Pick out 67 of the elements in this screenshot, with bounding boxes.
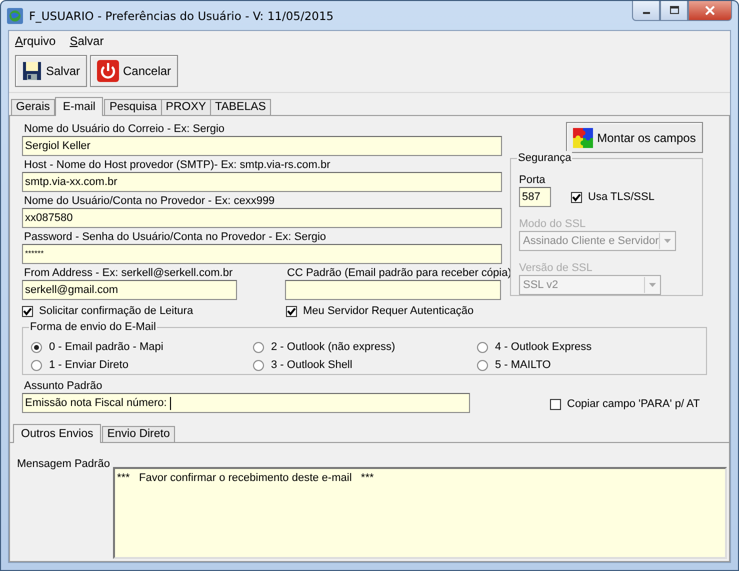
checkbox[interactable] [550,398,561,410]
checkbox[interactable] [571,192,582,202]
input-field[interactable] [285,280,501,300]
input-field[interactable]: serkell@gmail.com [22,280,237,300]
input-field[interactable]: smtp.via-xx.com.br [22,172,502,192]
radio-label: 4 - Outlook Express [495,341,592,353]
field-label: Mensagem Padrão [17,457,111,472]
power-icon [97,60,120,82]
radio-button[interactable] [477,342,488,352]
radio-button[interactable] [31,360,42,370]
field-label: Porta [519,173,546,187]
input-field[interactable]: xx087580 [22,208,502,228]
maximize-button[interactable] [660,1,688,21]
field-label: Assunto Padrão [23,379,104,393]
input-field[interactable]: Emissão nota Fiscal número: [22,393,470,413]
checkbox-label: Copiar campo 'PARA' p/ AT [567,398,700,410]
check-icon [287,306,296,316]
radio-button[interactable] [31,342,42,352]
check-icon [23,306,32,316]
field-label: Host - Nome do Host provedor (SMTP)- Ex: smtp.via-rs.com.br [23,158,332,172]
field-label: Versão de SSL [519,261,594,275]
dropdown-arrow-icon [649,283,656,287]
check-icon [572,192,581,202]
menu-item[interactable]: Arquivo [15,34,56,48]
field-label: CC Padrão (Email padrão para receber cópia) [286,266,512,280]
checkbox-label: Meu Servidor Requer Autenticação [303,305,474,317]
tab[interactable]: Outros Envios [13,424,102,443]
radio-label: 5 - MAILTO [495,359,551,371]
dropdown-arrow-icon [664,239,671,243]
radio-label: 1 - Enviar Direto [49,359,128,371]
field-label: Nome do Usuário/Conta no Provedor - Ex: cexx999 [23,194,276,208]
tab[interactable]: E-mail [54,97,104,116]
build-fields-button[interactable]: Montar os campos [566,122,703,153]
minimize-button[interactable] [632,1,660,21]
tab[interactable]: PROXY [160,99,212,115]
toolbar-button[interactable]: Salvar [15,55,88,87]
radio-button[interactable] [253,342,264,352]
radio-button[interactable] [477,360,488,370]
input-field[interactable]: Sergiol Keller [22,136,502,156]
group-title: Segurança [517,151,572,165]
message-field[interactable]: *** Favor confirmar o recebimento deste e-mail *** [113,467,727,559]
input-field[interactable]: ****** [22,244,502,264]
maximize-icon [670,6,678,15]
tab[interactable]: TABELAS [210,99,271,115]
checkbox[interactable] [22,306,33,316]
radio-label: 3 - Outlook Shell [271,359,352,371]
close-button[interactable] [688,1,732,21]
checkbox[interactable] [286,306,297,316]
window-title: F_USUARIO - Preferências do Usuário - V: 11/05/2015 [29,8,335,22]
tab[interactable]: Gerais [11,99,55,115]
field-label: Nome do Usuário do Correio - Ex: Sergio [23,122,226,136]
radio-label: 2 - Outlook (não express) [271,341,396,353]
field-label: From Address - Ex: serkell@serkell.com.br [23,266,234,280]
input-field[interactable]: 587 [519,187,551,207]
field-label: Password - Senha do Usuário/Conta no Provedor - Ex: Sergio [23,230,328,244]
close-icon [705,6,715,15]
toolbar-button[interactable]: Cancelar [90,55,178,87]
checkbox-label: Solicitar confirmação de Leitura [39,305,194,317]
checkbox-label: Usa TLS/SSL [588,191,654,203]
radio-label: 0 - Email padrão - Mapi [49,341,164,353]
tab[interactable]: Envio Direto [102,426,175,442]
field-label: Modo do SSL [519,217,587,231]
radio-button[interactable] [253,360,264,370]
menu-item[interactable]: Salvar [70,34,104,48]
tab[interactable]: Pesquisa [104,99,162,115]
app-icon [7,8,23,24]
puzzle-icon [573,128,594,148]
